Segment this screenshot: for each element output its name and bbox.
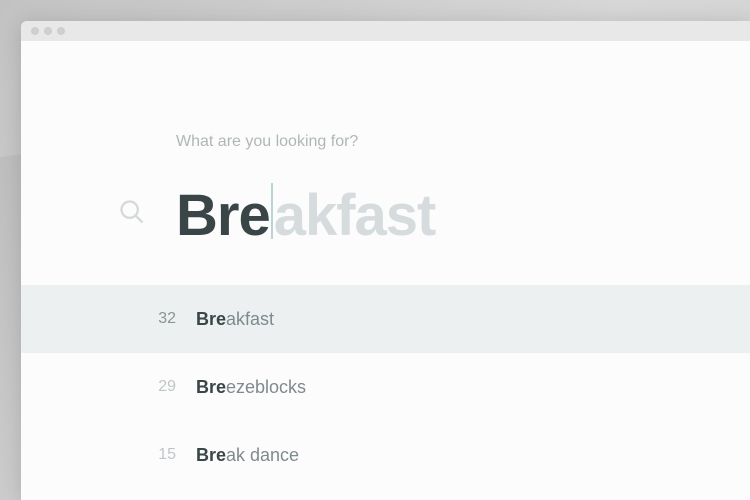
result-label: Breakfast <box>196 309 274 330</box>
result-item[interactable]: 29 Breezeblocks <box>21 353 750 421</box>
text-cursor <box>271 183 273 239</box>
results-list: 32 Breakfast 29 Breezeblocks 15 Break da… <box>21 285 750 489</box>
window-control-zoom[interactable] <box>57 27 65 35</box>
window-control-close[interactable] <box>31 27 39 35</box>
result-item[interactable]: 15 Break dance <box>21 421 750 489</box>
result-count: 32 <box>118 310 176 328</box>
search-prompt: What are you looking for? <box>176 133 750 151</box>
search-input[interactable]: Breakfast <box>176 179 435 245</box>
search-icon <box>118 198 146 226</box>
window-titlebar <box>21 21 750 41</box>
search-row[interactable]: Breakfast <box>118 179 750 245</box>
search-typed-text: Bre <box>176 187 270 245</box>
result-label: Breezeblocks <box>196 377 306 398</box>
result-count: 15 <box>118 446 176 464</box>
result-label: Break dance <box>196 445 299 466</box>
search-ghost-text: akfast <box>274 187 436 245</box>
search-window: What are you looking for? Breakfast 32 B… <box>21 21 750 500</box>
result-count: 29 <box>118 378 176 396</box>
window-control-minimize[interactable] <box>44 27 52 35</box>
result-item[interactable]: 32 Breakfast <box>21 285 750 353</box>
